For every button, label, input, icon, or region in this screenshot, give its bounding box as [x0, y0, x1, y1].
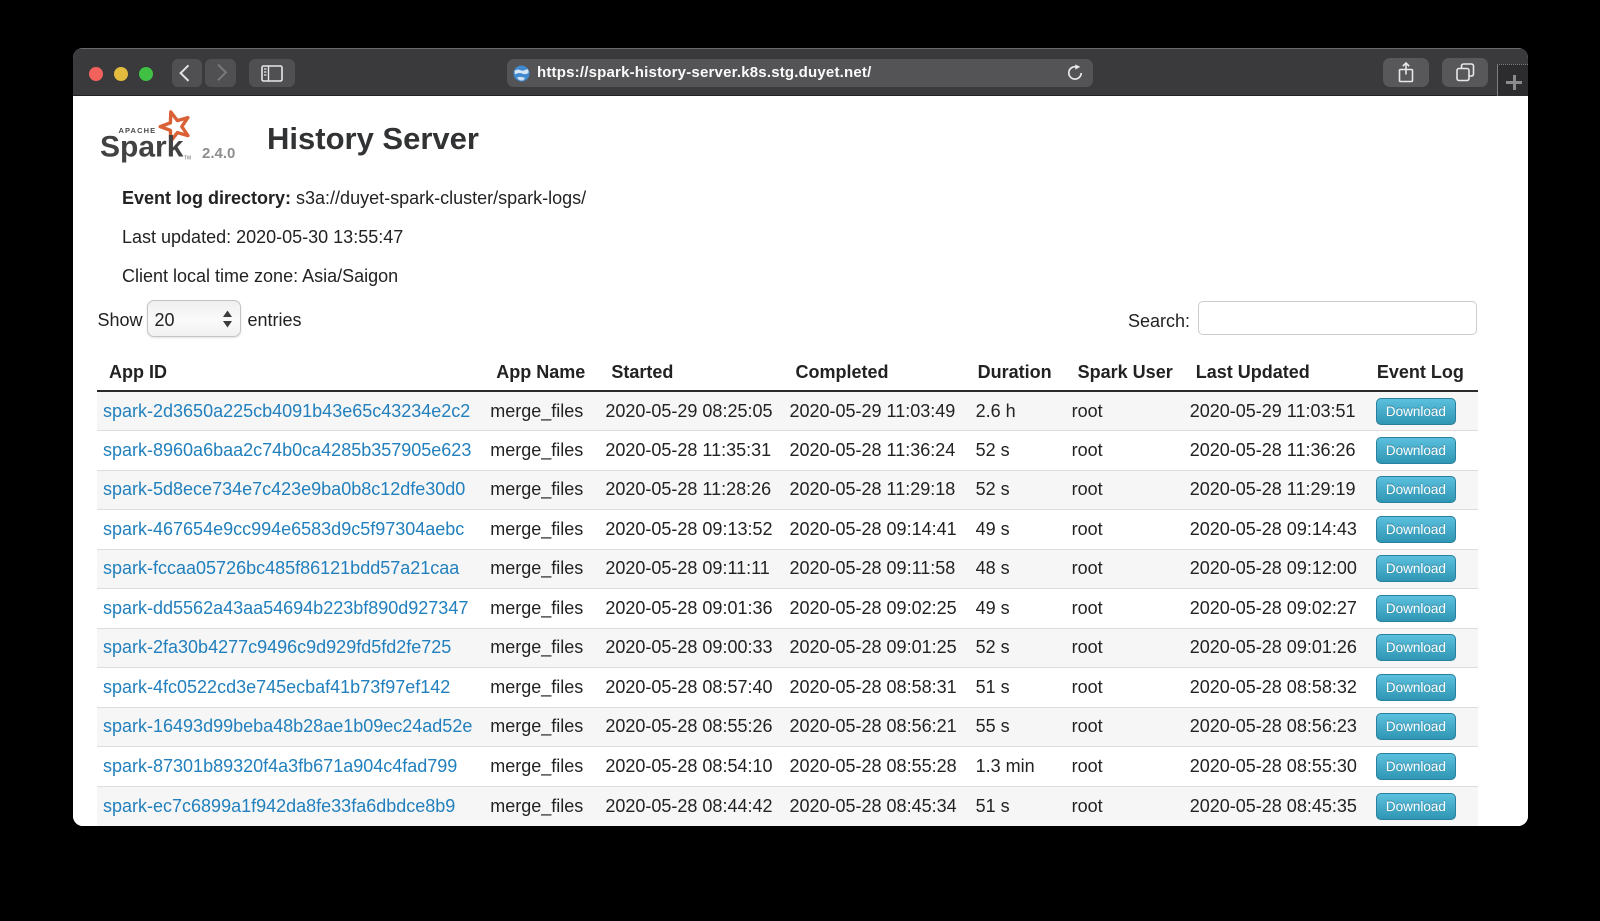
svg-text:Spark: Spark — [100, 130, 184, 163]
svg-text:TM: TM — [184, 156, 191, 162]
